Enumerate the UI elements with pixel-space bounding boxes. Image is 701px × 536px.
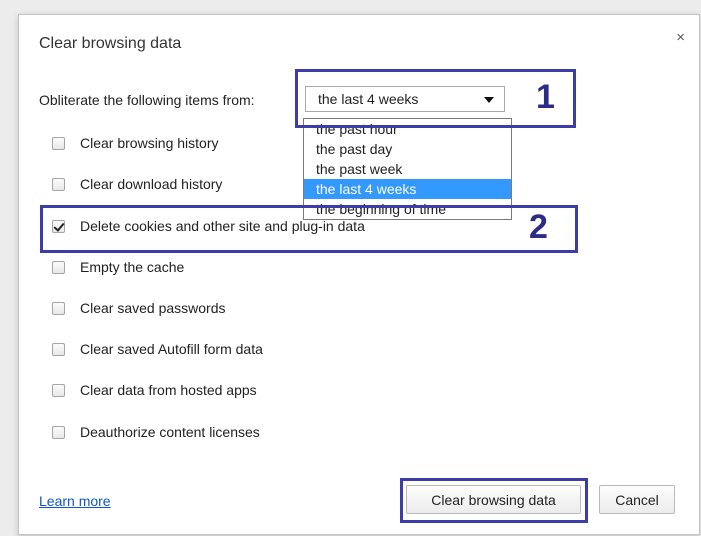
clear-hosted-apps-option[interactable]: Clear data from hosted apps: [52, 380, 257, 400]
empty-cache-option[interactable]: Empty the cache: [52, 257, 184, 277]
delete-cookies-option[interactable]: Delete cookies and other site and plug-i…: [52, 216, 365, 236]
dialog-title: Clear browsing data: [39, 35, 182, 52]
time-range-selected-value: the last 4 weeks: [318, 91, 419, 107]
checkbox-label: Clear saved passwords: [80, 300, 226, 316]
close-icon[interactable]: ×: [676, 29, 685, 46]
checkbox-label: Clear saved Autofill form data: [80, 341, 263, 357]
time-range-label: Obliterate the following items from:: [39, 92, 255, 108]
clear-browsing-history-option[interactable]: Clear browsing history: [52, 133, 219, 153]
checkbox[interactable]: [52, 383, 65, 397]
checkbox[interactable]: [52, 425, 65, 439]
time-range-dropdown: the past hour the past day the past week…: [303, 118, 512, 220]
clear-autofill-option[interactable]: Clear saved Autofill form data: [52, 339, 263, 359]
checkbox-label: Clear data from hosted apps: [80, 382, 257, 398]
checkbox-label: Deauthorize content licenses: [80, 424, 260, 440]
checkbox[interactable]: [52, 177, 65, 191]
clear-browsing-data-dialog: Clear browsing data × Obliterate the fol…: [18, 14, 700, 535]
checkbox-label: Clear download history: [80, 176, 223, 192]
time-range-option-selected[interactable]: the last 4 weeks: [304, 179, 511, 199]
checkbox-label: Delete cookies and other site and plug-i…: [80, 218, 365, 234]
deauthorize-licenses-option[interactable]: Deauthorize content licenses: [52, 422, 260, 442]
clear-saved-passwords-option[interactable]: Clear saved passwords: [52, 298, 226, 318]
time-range-select[interactable]: the last 4 weeks: [305, 86, 505, 112]
time-range-option[interactable]: the past day: [304, 139, 511, 159]
checkbox[interactable]: [52, 260, 65, 274]
checkbox-label: Empty the cache: [80, 259, 185, 275]
checkbox[interactable]: [52, 136, 65, 150]
annotation-number-2: 2: [529, 208, 548, 246]
learn-more-link[interactable]: Learn more: [39, 493, 111, 509]
chevron-down-icon: [484, 97, 494, 103]
annotation-number-1: 1: [536, 78, 555, 116]
clear-browsing-data-button[interactable]: Clear browsing data: [406, 485, 581, 514]
cancel-button[interactable]: Cancel: [599, 485, 675, 514]
time-range-option[interactable]: the past week: [304, 159, 511, 179]
checkbox[interactable]: [52, 342, 65, 356]
checkbox[interactable]: [52, 301, 65, 315]
checkbox-label: Clear browsing history: [80, 135, 219, 151]
time-range-option[interactable]: the past hour: [304, 119, 511, 139]
checkbox-checked[interactable]: [52, 219, 65, 233]
clear-download-history-option[interactable]: Clear download history: [52, 174, 222, 194]
